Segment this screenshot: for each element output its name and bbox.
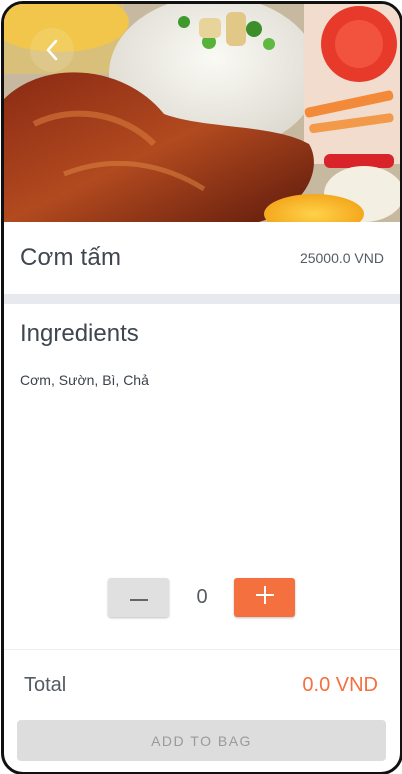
dish-header: Cơm tấm 25000.0 VND [4,222,400,294]
dish-price: 25000.0 VND [299,250,384,266]
ingredients-list: Cơm, Sườn, Bì, Chả [20,372,149,388]
minus-icon [129,589,148,607]
back-button[interactable] [30,28,74,72]
add-to-bag-button[interactable]: ADD TO BAG [17,720,386,761]
increase-quantity-button[interactable] [234,578,295,617]
quantity-stepper: 0 [4,578,400,618]
plus-icon [255,586,274,609]
quantity-value: 0 [196,586,208,608]
total-value: 0.0 VND [302,673,378,696]
section-divider [4,294,400,304]
dish-name: Cơm tấm [20,244,122,271]
ingredients-heading: Ingredients [20,320,139,347]
total-label: Total [24,673,67,696]
phone-frame: Cơm tấm 25000.0 VND Ingredients Cơm, Sườ… [1,1,402,774]
footer-divider [4,649,400,650]
dish-photo [4,4,400,222]
chevron-left-icon [43,38,61,62]
total-row: Total 0.0 VND [4,660,400,710]
decrease-quantity-button[interactable] [108,578,169,617]
